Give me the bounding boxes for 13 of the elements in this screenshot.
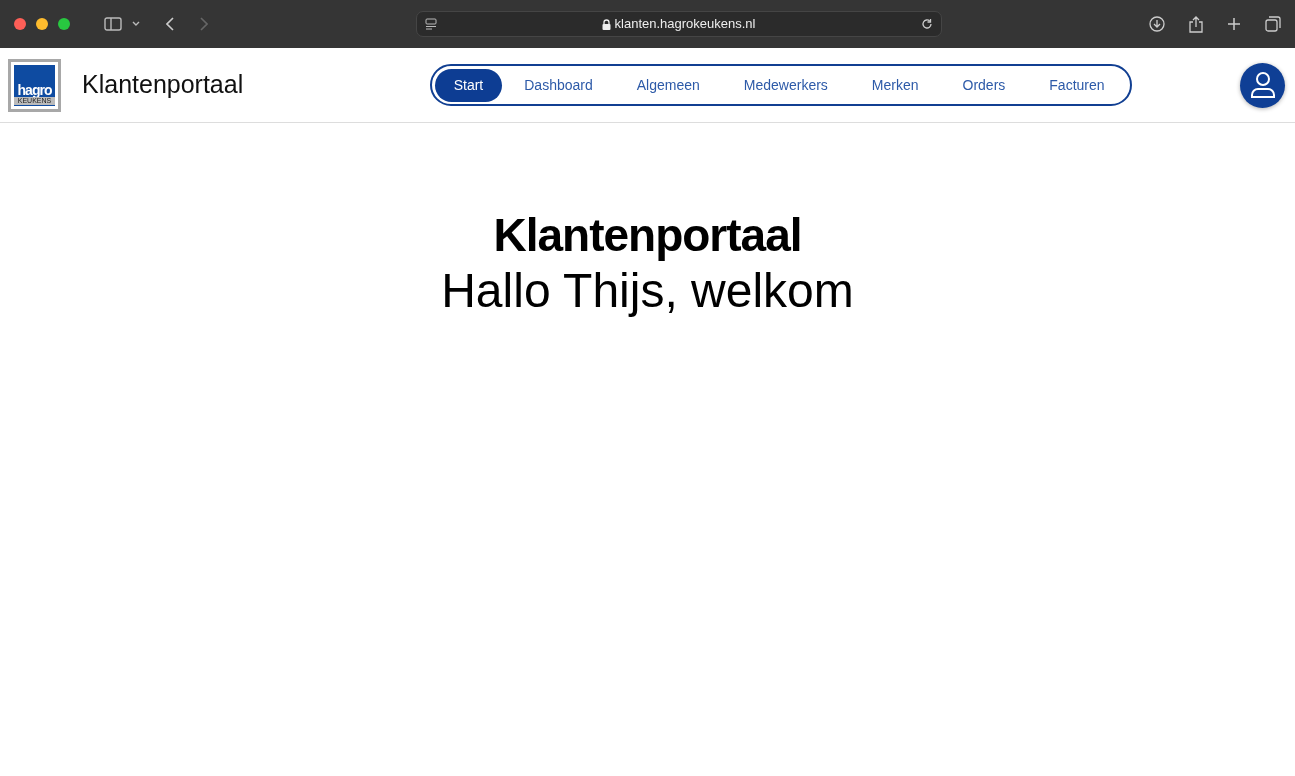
nav-tab[interactable]: Merken (849, 68, 941, 102)
nav-tab[interactable]: Start (434, 68, 503, 102)
welcome-text: Hallo Thijs, welkom (440, 262, 855, 319)
nav-tab[interactable]: Orders (940, 68, 1028, 102)
nav-tab[interactable]: Medewerkers (721, 68, 850, 102)
site-title: Klantenportaal (82, 69, 244, 101)
logo-text: hagro (17, 82, 52, 97)
nav-tab[interactable]: Dashboard (502, 68, 615, 102)
url-text: klanten.hagrokeukens.nl (614, 15, 756, 34)
nav-tab[interactable]: Facturen (1027, 68, 1127, 102)
address-bar[interactable]: klanten.hagrokeukens.nl (415, 11, 942, 37)
page-heading: Klantenportaal (492, 209, 803, 262)
nav-tab[interactable]: Algemeen (614, 68, 722, 102)
